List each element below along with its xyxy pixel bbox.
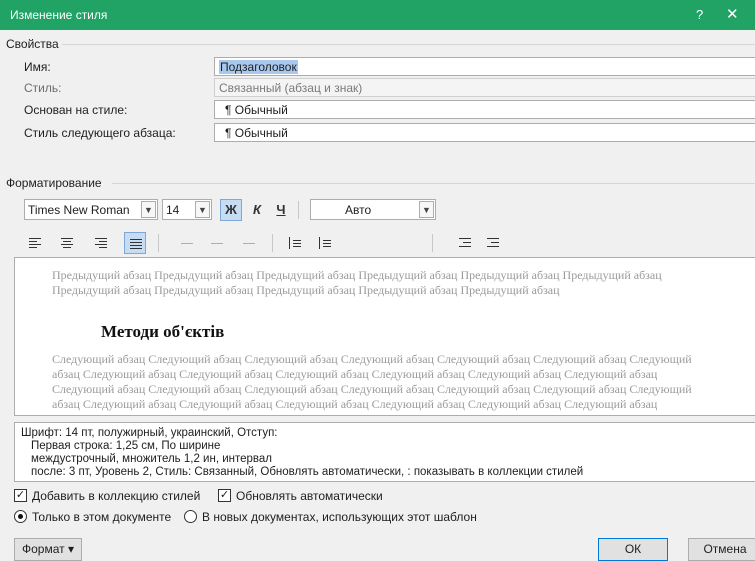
- new-documents-radio[interactable]: [184, 510, 197, 523]
- ok-button[interactable]: ОК: [598, 538, 668, 561]
- style-type-label: Стиль:: [24, 81, 62, 95]
- properties-group-label: Свойства: [6, 37, 59, 51]
- next-style-value: ¶ Обычный: [225, 126, 288, 140]
- font-size-value: 14: [166, 203, 180, 217]
- based-on-label: Основан на стиле:: [24, 103, 128, 117]
- align-left-icon[interactable]: [24, 232, 46, 254]
- add-to-gallery-label[interactable]: Добавить в коллекцию стилей: [32, 489, 200, 503]
- font-size-select[interactable]: 14 ▼: [162, 199, 212, 220]
- toolbar-divider: [272, 234, 273, 252]
- add-to-gallery-checkbox[interactable]: ✓: [14, 489, 27, 502]
- properties-divider: [62, 44, 755, 45]
- preview-sample-text: Методи об'єктів: [101, 322, 225, 341]
- based-on-value: ¶ Обычный: [225, 103, 288, 117]
- font-select[interactable]: Times New Roman ▼: [24, 199, 158, 220]
- underline-button[interactable]: Ч: [270, 199, 292, 221]
- formatting-group-label: Форматирование: [6, 176, 102, 190]
- spacing-before-icon[interactable]: [284, 232, 306, 254]
- auto-update-label[interactable]: Обновлять автоматически: [236, 489, 383, 503]
- style-type-value: Связанный (абзац и знак): [219, 81, 363, 95]
- spacing-after-icon[interactable]: [314, 232, 336, 254]
- line-single-icon[interactable]: [176, 232, 198, 254]
- only-this-document-radio[interactable]: [14, 510, 27, 523]
- font-value: Times New Roman: [28, 203, 130, 217]
- name-label: Имя:: [24, 60, 51, 74]
- new-documents-label[interactable]: В новых документах, использующих этот ша…: [202, 510, 477, 524]
- align-justify-icon[interactable]: [124, 232, 146, 254]
- auto-update-checkbox[interactable]: ✓: [218, 489, 231, 502]
- font-color-value: Авто: [345, 203, 372, 217]
- window-title: Изменение стиля: [10, 8, 108, 22]
- description-line: междустрочный, множитель 1,2 ин, интерва…: [31, 453, 273, 465]
- style-type-select: Связанный (абзац и знак) ▼: [214, 78, 755, 97]
- toolbar-divider: [158, 234, 159, 252]
- preview-previous-paragraph: Предыдущий абзац Предыдущий абзац Предыд…: [52, 268, 662, 297]
- bold-button[interactable]: Ж: [220, 199, 242, 221]
- style-description: Шрифт: 14 пт, полужирный, украинский, От…: [14, 422, 755, 482]
- title-bar: Изменение стиля ? ✕: [0, 0, 755, 30]
- preview-next-paragraph: Следующий абзац Следующий абзац Следующи…: [52, 352, 692, 411]
- format-button[interactable]: Формат ▾: [14, 538, 82, 561]
- italic-button[interactable]: К: [246, 199, 268, 221]
- description-line: Шрифт: 14 пт, полужирный, украинский, От…: [21, 427, 278, 439]
- increase-indent-icon[interactable]: [482, 232, 504, 254]
- line-onehalf-icon[interactable]: [206, 232, 228, 254]
- close-icon[interactable]: ✕: [726, 5, 739, 23]
- line-double-icon[interactable]: [238, 232, 260, 254]
- chevron-down-icon[interactable]: ▼: [419, 201, 434, 218]
- toolbar-divider: [432, 234, 433, 252]
- chevron-down-icon[interactable]: ▼: [195, 201, 210, 218]
- toolbar-divider: [298, 201, 299, 219]
- align-right-icon[interactable]: [90, 232, 112, 254]
- description-line: после: 3 пт, Уровень 2, Стиль: Связанный…: [31, 466, 584, 478]
- decrease-indent-icon[interactable]: [454, 232, 476, 254]
- help-icon[interactable]: ?: [696, 7, 703, 22]
- name-value: Подзаголовок: [219, 60, 298, 74]
- align-center-icon[interactable]: [56, 232, 78, 254]
- only-this-document-label[interactable]: Только в этом документе: [32, 510, 171, 524]
- name-input[interactable]: Подзаголовок: [214, 57, 755, 76]
- cancel-button[interactable]: Отмена: [688, 538, 755, 561]
- next-style-select[interactable]: ¶ Обычный ▼: [214, 123, 755, 142]
- description-line: Первая строка: 1,25 см, По ширине: [31, 440, 221, 452]
- based-on-select[interactable]: ¶ Обычный ▼: [214, 100, 755, 119]
- chevron-down-icon[interactable]: ▼: [141, 201, 156, 218]
- style-preview: Предыдущий абзац Предыдущий абзац Предыд…: [14, 257, 755, 416]
- formatting-divider: [112, 183, 755, 184]
- font-color-select[interactable]: Авто ▼: [310, 199, 436, 220]
- next-style-label: Стиль следующего абзаца:: [24, 126, 176, 140]
